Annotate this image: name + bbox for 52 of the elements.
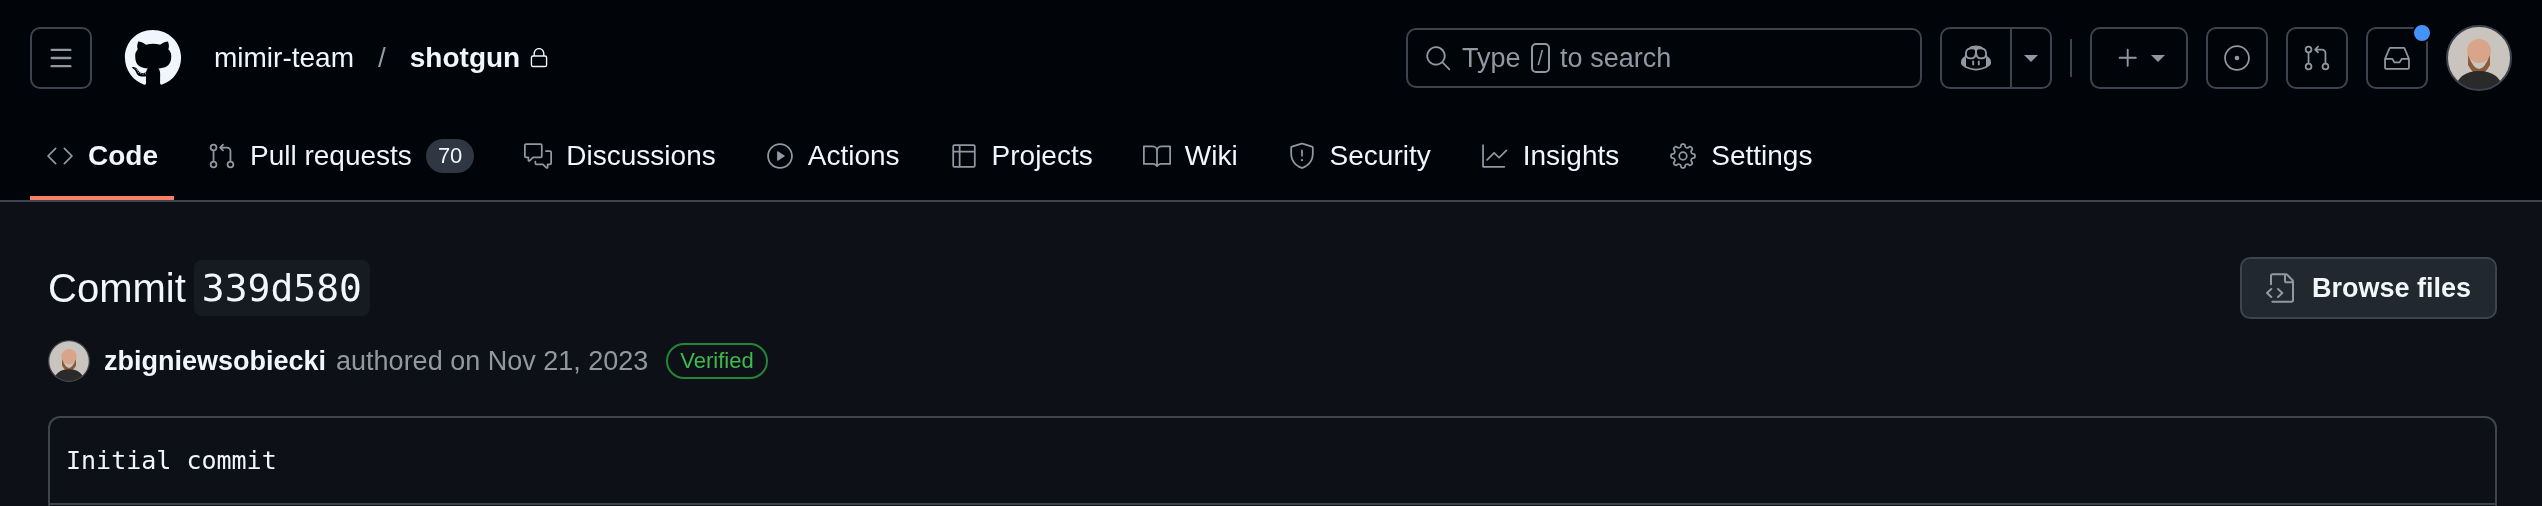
search-hint: to search (1560, 42, 1672, 74)
commit-sha: 339d580 (193, 260, 370, 316)
tab-label: Insights (1522, 140, 1620, 172)
tab-label: Discussions (566, 140, 716, 172)
repo-link[interactable]: shotgun (409, 42, 521, 74)
nav-tab[interactable]: Settings (1653, 116, 1829, 200)
count-badge: 70 (425, 139, 475, 173)
pull-request-icon (208, 142, 236, 170)
line-graph-icon (1480, 142, 1509, 170)
verified-badge[interactable]: Verified (666, 343, 768, 379)
inbox-button[interactable] (2366, 27, 2428, 89)
authored-date: authored on Nov 21, 2023 (336, 345, 649, 377)
pull-request-icon (2303, 44, 2331, 72)
shortcut-key: / (1530, 43, 1551, 73)
tab-label: Projects (991, 140, 1093, 172)
table-icon (949, 142, 978, 170)
nav-tab[interactable]: Actions (749, 116, 916, 200)
search-icon (1424, 44, 1452, 72)
tab-label: Pull requests (250, 140, 412, 172)
menu-button[interactable] (30, 27, 92, 89)
play-icon (765, 142, 794, 170)
author-avatar[interactable] (48, 340, 90, 382)
nav-tab[interactable]: Discussions (508, 116, 732, 200)
settings-icon (1669, 142, 1698, 170)
search-field[interactable]: Type / to search (1406, 28, 1922, 88)
pull-requests-button[interactable] (2286, 27, 2348, 89)
nav-tab[interactable]: Security (1271, 116, 1447, 200)
tab-label: Code (88, 140, 158, 172)
nav-tab[interactable]: Insights (1464, 116, 1636, 200)
author-link[interactable]: zbigniewsobiecki (104, 345, 327, 377)
path-separator: / (378, 42, 386, 74)
browse-files-button[interactable]: Browse files (2239, 257, 2497, 319)
commit-title: Commit (48, 265, 186, 311)
nav-tab[interactable]: Pull requests 70 (192, 116, 491, 200)
issues-button[interactable] (2206, 27, 2268, 89)
owner-link[interactable]: mimir-team (214, 42, 354, 74)
logo-icon[interactable] (124, 29, 182, 87)
tab-label: Security (1329, 140, 1431, 172)
nav-tab[interactable]: Code (30, 116, 174, 200)
speech-bubbles-icon (524, 142, 553, 170)
robot-face-icon (1961, 43, 1991, 73)
caret-icon (2024, 54, 2038, 62)
tab-label: Actions (807, 140, 900, 172)
shield-icon (1287, 142, 1316, 170)
tab-label: Settings (1711, 140, 1813, 172)
nav-tab[interactable]: Wiki (1126, 116, 1254, 200)
nav-tab[interactable]: Projects (933, 116, 1109, 200)
inbox-icon (2383, 44, 2411, 72)
tab-label: Wiki (1184, 140, 1238, 172)
caret-icon (2151, 54, 2165, 62)
commit-message: Initial commit (65, 445, 278, 477)
search-hint: Type (1462, 42, 1521, 74)
